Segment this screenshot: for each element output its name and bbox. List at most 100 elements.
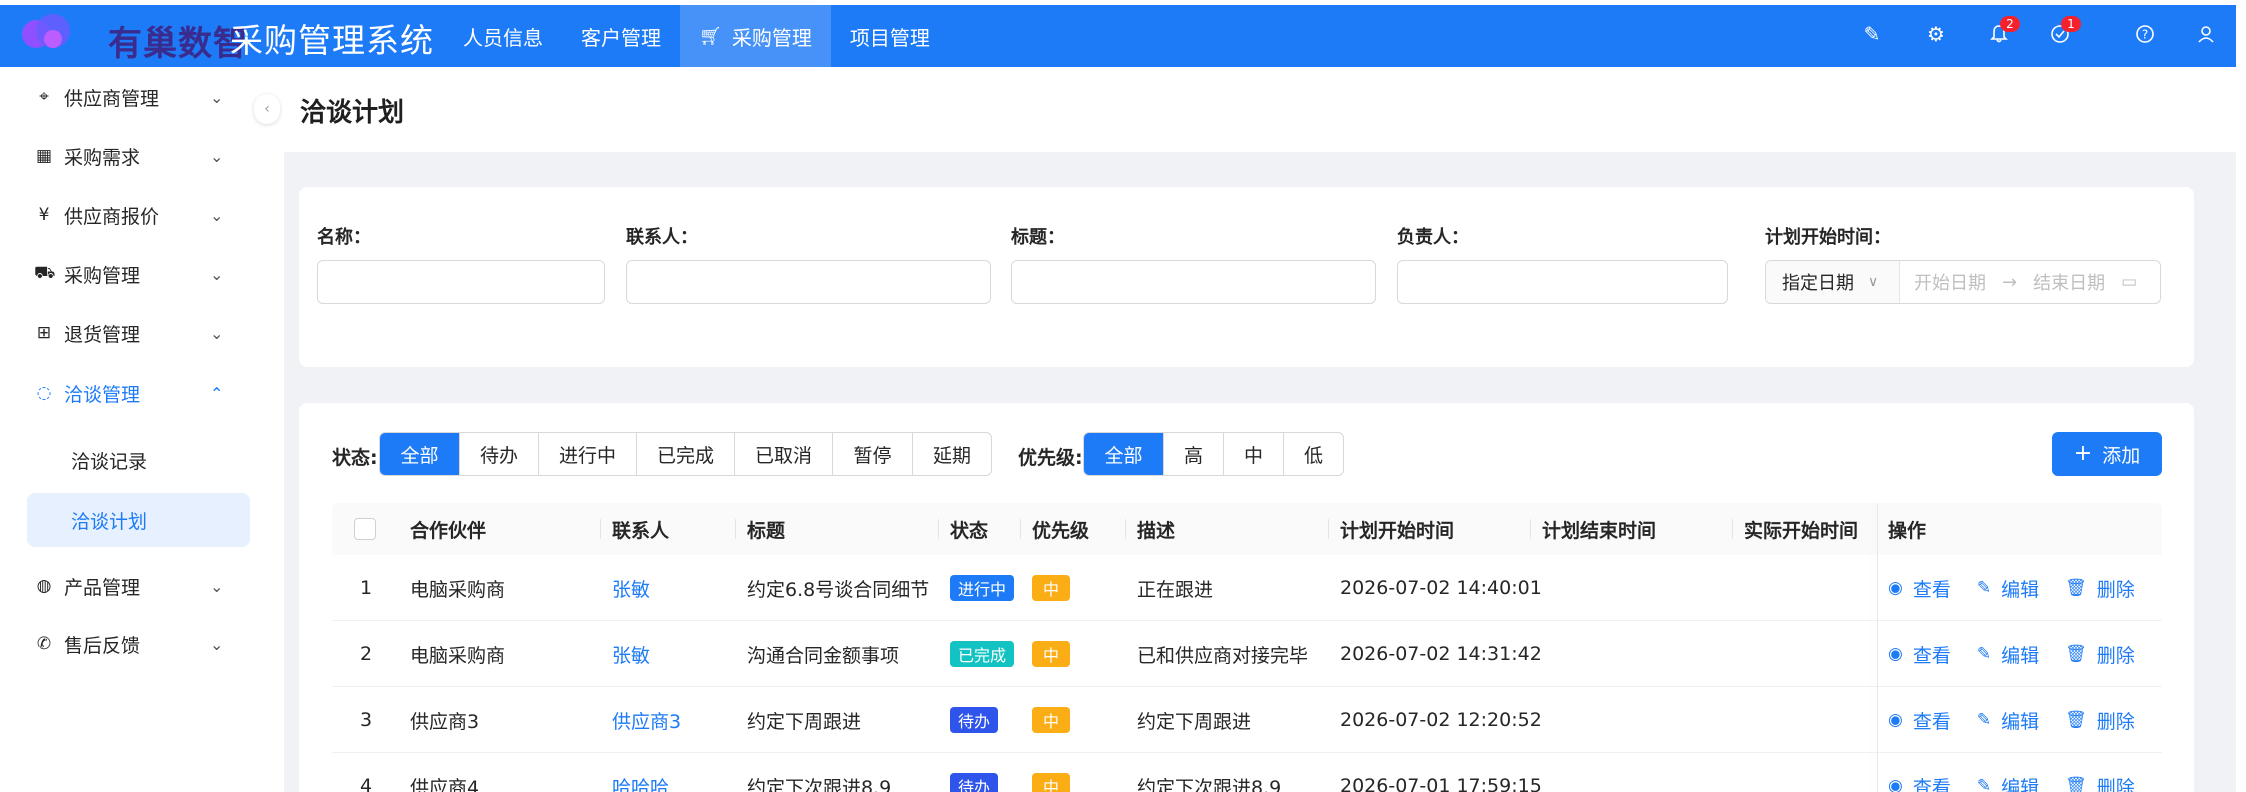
sidebar-collapse-button[interactable]: ‹ (254, 94, 280, 124)
end-date-input[interactable]: 结束日期 (2033, 269, 2105, 295)
contact-link[interactable]: 哈哈哈 (612, 753, 669, 792)
notification-bell-icon[interactable]: 2 (1986, 16, 2020, 47)
column-header-status[interactable]: 状态 (950, 503, 988, 555)
view-button[interactable]: ◉ 查看 (1888, 707, 1951, 734)
column-divider (1328, 519, 1329, 539)
status-cell: 待办 (950, 753, 999, 792)
status-option-done[interactable]: 已完成 (636, 433, 734, 475)
globe-icon: ◍ (36, 576, 52, 596)
phone-chat-icon: ✆ (36, 634, 52, 654)
system-title: 采购管理系统 (230, 21, 434, 60)
status-option-all[interactable]: 全部 (380, 433, 459, 475)
priority-filter-group: 全部 高 中 低 (1083, 432, 1344, 476)
priority-tag: 中 (1032, 773, 1071, 792)
user-icon[interactable] (2193, 21, 2219, 47)
status-tag: 待办 (950, 773, 999, 792)
description-cell: 约定下周跟进 (1137, 710, 1252, 733)
view-button[interactable]: ◉ 查看 (1888, 773, 1951, 792)
edit-button[interactable]: ✎ 编辑 (1977, 575, 2039, 602)
edit-button[interactable]: ✎ 编辑 (1977, 707, 2039, 734)
name-input[interactable] (317, 260, 605, 304)
partner-cell: 供应商4 (410, 776, 480, 792)
sidebar-item-after-sales[interactable]: ✆ 售后反馈 ⌄ (0, 615, 265, 673)
column-header-priority[interactable]: 优先级 (1032, 503, 1089, 555)
sidebar-item-returns[interactable]: ⊞ 退货管理 ⌄ (0, 304, 265, 362)
priority-option-all[interactable]: 全部 (1084, 433, 1163, 475)
column-header-plan-end[interactable]: 计划结束时间 (1542, 503, 1656, 555)
select-all-checkbox[interactable] (354, 518, 376, 540)
date-mode-select[interactable]: 指定日期 ∨ (1766, 261, 1900, 303)
status-filter-label: 状态: (332, 447, 378, 469)
partner-cell: 电脑采购商 (410, 644, 506, 667)
priority-option-medium[interactable]: 中 (1223, 433, 1283, 475)
title-cell: 约定下周跟进 (747, 710, 862, 733)
pencil-icon: ✎ (1976, 644, 1992, 664)
sidebar-item-negotiation[interactable]: ◌ 洽谈管理 ⌃ (0, 364, 265, 422)
priority-option-high[interactable]: 高 (1163, 433, 1223, 475)
column-header-partner[interactable]: 合作伙伴 (410, 503, 486, 555)
priority-tag: 中 (1032, 641, 1071, 667)
contact-link[interactable]: 张敏 (612, 555, 650, 621)
status-option-delayed[interactable]: 延期 (912, 433, 991, 475)
delete-button[interactable]: 🗑︎ 删除 (2065, 641, 2135, 668)
delete-button[interactable]: 🗑︎ 删除 (2065, 575, 2135, 602)
sidebar-item-purchase-demand[interactable]: ▦ 采购需求 ⌄ (0, 127, 265, 185)
settings-gear-icon[interactable]: ⚙ (1923, 21, 1949, 47)
contact-link[interactable]: 供应商3 (612, 687, 681, 753)
help-icon[interactable]: ? (2132, 21, 2158, 47)
column-header-description[interactable]: 描述 (1137, 503, 1175, 555)
edit-button[interactable]: ✎ 编辑 (1977, 773, 2039, 792)
top-nav: 人员信息 客户管理 🛒︎ 采购管理 项目管理 (444, 5, 949, 67)
status-option-paused[interactable]: 暂停 (832, 433, 912, 475)
contact-input[interactable] (626, 260, 991, 304)
title-input[interactable] (1011, 260, 1376, 304)
nav-label: 采购管理 (731, 25, 812, 50)
delete-button[interactable]: 🗑︎ 删除 (2065, 707, 2135, 734)
column-divider (735, 519, 736, 539)
status-option-todo[interactable]: 待办 (459, 433, 538, 475)
sidebar-item-procurement[interactable]: ⛟ 采购管理 ⌄ (0, 245, 265, 303)
priority-tag: 中 (1032, 575, 1071, 601)
nav-item-personnel[interactable]: 人员信息 (444, 5, 562, 67)
column-divider (1732, 519, 1733, 539)
sidebar-item-suppliers[interactable]: ⌖ 供应商管理 ⌄ (0, 68, 265, 126)
sidebar-item-label: 退货管理 (64, 323, 141, 346)
sidebar-item-label: 售后反馈 (64, 634, 141, 657)
column-header-title[interactable]: 标题 (747, 503, 785, 555)
priority-option-low[interactable]: 低 (1283, 433, 1343, 475)
pencil-icon: ✎ (1976, 710, 1992, 730)
title-cell: 沟通合同金额事项 (747, 644, 900, 667)
nav-item-procurement[interactable]: 🛒︎ 采购管理 (680, 5, 831, 67)
view-label: 查看 (1912, 578, 1951, 601)
add-button[interactable]: + 添加 (2052, 432, 2162, 476)
contact-link[interactable]: 张敏 (612, 621, 650, 687)
delete-button[interactable]: 🗑︎ 删除 (2065, 773, 2135, 792)
task-check-icon[interactable]: 1 (2047, 16, 2081, 47)
nav-item-customers[interactable]: 客户管理 (562, 5, 680, 67)
status-option-in-progress[interactable]: 进行中 (538, 433, 636, 475)
page-header: 洽谈计划 (284, 68, 2236, 152)
chevron-left-icon: ‹ (264, 101, 270, 117)
top-header: 有巢数智 采购管理系统 人员信息 客户管理 🛒︎ 采购管理 项目管理 ✎ ⚙ 2 … (0, 0, 2246, 68)
logo-mark-icon (20, 8, 78, 58)
truck-icon: ⛟ (34, 263, 56, 283)
logo[interactable] (20, 8, 78, 58)
sidebar-subitem-negotiation-plans[interactable]: 洽谈计划 (27, 493, 250, 547)
sidebar-item-label: 供应商管理 (64, 87, 160, 110)
start-date-input[interactable]: 开始日期 (1914, 269, 1986, 295)
owner-input[interactable] (1397, 260, 1728, 304)
column-header-actual-start[interactable]: 实际开始时间 (1744, 503, 1858, 555)
nav-item-projects[interactable]: 项目管理 (831, 5, 949, 67)
clear-brush-icon[interactable]: ✎ (1859, 21, 1885, 47)
sidebar-item-supplier-quotes[interactable]: ¥ 供应商报价 ⌄ (0, 186, 265, 244)
sidebar-item-products[interactable]: ◍ 产品管理 ⌄ (0, 557, 265, 615)
view-button[interactable]: ◉ 查看 (1888, 575, 1951, 602)
plan-start-cell: 2026-07-02 14:40:01 (1340, 577, 1542, 599)
status-option-cancelled[interactable]: 已取消 (734, 433, 832, 475)
status-cell: 待办 (950, 687, 999, 753)
view-button[interactable]: ◉ 查看 (1888, 641, 1951, 668)
column-header-plan-start[interactable]: 计划开始时间 (1340, 503, 1454, 555)
edit-button[interactable]: ✎ 编辑 (1977, 641, 2039, 668)
column-header-contact[interactable]: 联系人 (612, 503, 669, 555)
sidebar-subitem-negotiation-records[interactable]: 洽谈记录 (27, 433, 250, 487)
